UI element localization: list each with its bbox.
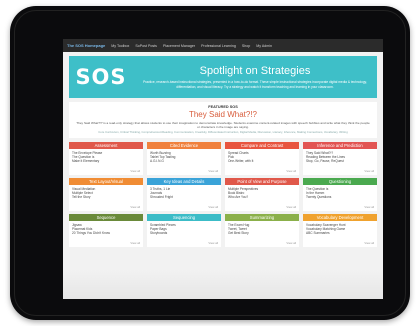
category-card: Vocabulary Development Vocabulary Scaveng… <box>303 213 377 247</box>
category-items: The Question is In the Hamm Twenty Questio… <box>303 185 377 201</box>
view-all-link[interactable]: View all <box>364 169 374 173</box>
category-card: Cited Evidence Worth Buzzing Tablet Top Ta… <box>147 141 221 175</box>
category-items: They Said What?!? Reading Between the Lin… <box>303 149 377 165</box>
top-navbar: The SOS Homepage My Toolbox SoPost Posts… <box>63 39 383 52</box>
view-all-link[interactable]: View all <box>286 169 296 173</box>
featured-tags: Core Curriculum, Critical Thinking, Comp… <box>98 130 348 134</box>
strategy-link[interactable]: Get Best Story <box>228 231 296 235</box>
nav-item-posts[interactable]: SoPost Posts <box>135 44 157 48</box>
strategy-link[interactable]: Stop, Go, Pause, ReQuest <box>306 159 374 163</box>
category-card: Point of View and Purpose Multiple Perspe… <box>225 177 299 211</box>
strategy-link[interactable]: Who Are You? <box>228 195 296 199</box>
category-grid: Assessment The Envelope Please The Questio… <box>69 141 377 247</box>
view-all-link[interactable]: View all <box>364 241 374 245</box>
featured-label: FEATURED SOS <box>208 105 238 109</box>
category-title[interactable]: Vocabulary Development <box>303 213 377 221</box>
view-all-link[interactable]: View all <box>208 169 218 173</box>
view-all-link[interactable]: View all <box>286 205 296 209</box>
category-card: Inference and Prediction They Said What?!… <box>303 141 377 175</box>
strategy-link[interactable]: Storyboards <box>150 231 218 235</box>
category-items: Jigsaw Placemat Kids 20 Things You Didn't … <box>69 221 143 237</box>
strategy-link[interactable]: ABC Summaries <box>306 231 374 235</box>
category-card: Assessment The Envelope Please The Questio… <box>69 141 143 175</box>
category-title[interactable]: Compare and Contrast <box>225 141 299 149</box>
category-title[interactable]: Summarizing <box>225 213 299 221</box>
view-all-link[interactable]: View all <box>130 205 140 209</box>
sos-logo: SOS <box>75 65 127 89</box>
category-title[interactable]: Key Ideas and Details <box>147 177 221 185</box>
category-title[interactable]: Text Layout/Visual <box>69 177 143 185</box>
nav-item-learning[interactable]: Professional Learning <box>201 44 236 48</box>
nav-item-placement[interactable]: Placement Manager <box>163 44 195 48</box>
category-title[interactable]: Cited Evidence <box>147 141 221 149</box>
hero-text: Spotlight on Strategies Practice, resear… <box>133 65 377 88</box>
category-items: Worth Buzzing Tablet Top Tasting A.G.I.N.G <box>147 149 221 165</box>
view-all-link[interactable]: View all <box>286 241 296 245</box>
featured-panel: FEATURED SOS They Said What?!? They Said… <box>69 102 377 138</box>
category-title[interactable]: Sequencing <box>147 213 221 221</box>
category-title[interactable]: Sequence <box>69 213 143 221</box>
category-items: Spread Charts Pick One-Writer, with It <box>225 149 299 165</box>
category-card: Sequence Jigsaw Placemat Kids 20 Things You… <box>69 213 143 247</box>
strategy-link[interactable]: Twenty Questions <box>306 195 374 199</box>
category-card: Summarizing The Exam Hug Tweet, Tweet Get B… <box>225 213 299 247</box>
strategy-link[interactable]: Shrouded Fright <box>150 195 218 199</box>
category-items: 3 Truths, 1 Lie Journals Shrouded Fright <box>147 185 221 201</box>
category-items: The Envelope Please The Question is Make i… <box>69 149 143 165</box>
category-title[interactable]: Assessment <box>69 141 143 149</box>
category-items: The Exam Hug Tweet, Tweet Get Best Story <box>225 221 299 237</box>
category-title[interactable]: Point of View and Purpose <box>225 177 299 185</box>
featured-description: They Said What?!? is a read-only strateg… <box>76 121 370 129</box>
category-card: Questioning The Question is In the Hamm Twe… <box>303 177 377 211</box>
view-all-link[interactable]: View all <box>130 241 140 245</box>
strategy-link[interactable]: One-Writer, with It <box>228 159 296 163</box>
view-all-link[interactable]: View all <box>208 205 218 209</box>
category-items: Scrambled Pieces Paper Bags Storyboards <box>147 221 221 237</box>
category-card: Sequencing Scrambled Pieces Paper Bags Stor… <box>147 213 221 247</box>
hero-banner: SOS Spotlight on Strategies Practice, re… <box>69 56 377 98</box>
category-items: Vocabulary Scavenger Hunt Vocabulary Matc… <box>303 221 377 237</box>
screen-shade <box>63 269 383 299</box>
nav-item-toolbox[interactable]: My Toolbox <box>111 44 129 48</box>
hero-title: Spotlight on Strategies <box>199 65 311 78</box>
brand-link[interactable]: The SOS Homepage <box>67 43 105 48</box>
view-all-link[interactable]: View all <box>364 205 374 209</box>
nav-item-shop[interactable]: Shop <box>242 44 250 48</box>
strategy-link[interactable]: Make it Elementary <box>72 159 140 163</box>
nav-item-admin[interactable]: My Admin <box>256 44 272 48</box>
category-card: Key Ideas and Details 3 Truths, 1 Lie Jour… <box>147 177 221 211</box>
strategy-link[interactable]: 20 Things You Didn't Know <box>72 231 140 235</box>
view-all-link[interactable]: View all <box>208 241 218 245</box>
strategy-link[interactable]: Tell the Story <box>72 195 140 199</box>
category-items: Visual Mediation Multiple Select Tell the … <box>69 185 143 201</box>
tablet-screen: The SOS Homepage My Toolbox SoPost Posts… <box>63 39 383 299</box>
category-title[interactable]: Inference and Prediction <box>303 141 377 149</box>
tablet-frame: The SOS Homepage My Toolbox SoPost Posts… <box>10 6 410 320</box>
category-card: Compare and Contrast Spread Charts Pick One… <box>225 141 299 175</box>
category-card: Text Layout/Visual Visual Mediation Multip… <box>69 177 143 211</box>
featured-title[interactable]: They Said What?!? <box>75 110 371 119</box>
view-all-link[interactable]: View all <box>130 169 140 173</box>
category-title[interactable]: Questioning <box>303 177 377 185</box>
strategy-link[interactable]: A.G.I.N.G <box>150 159 218 163</box>
hero-description: Practice, research-based instructional s… <box>143 80 367 89</box>
category-items: Multiple Perspectives Book Bistro Who Are … <box>225 185 299 201</box>
